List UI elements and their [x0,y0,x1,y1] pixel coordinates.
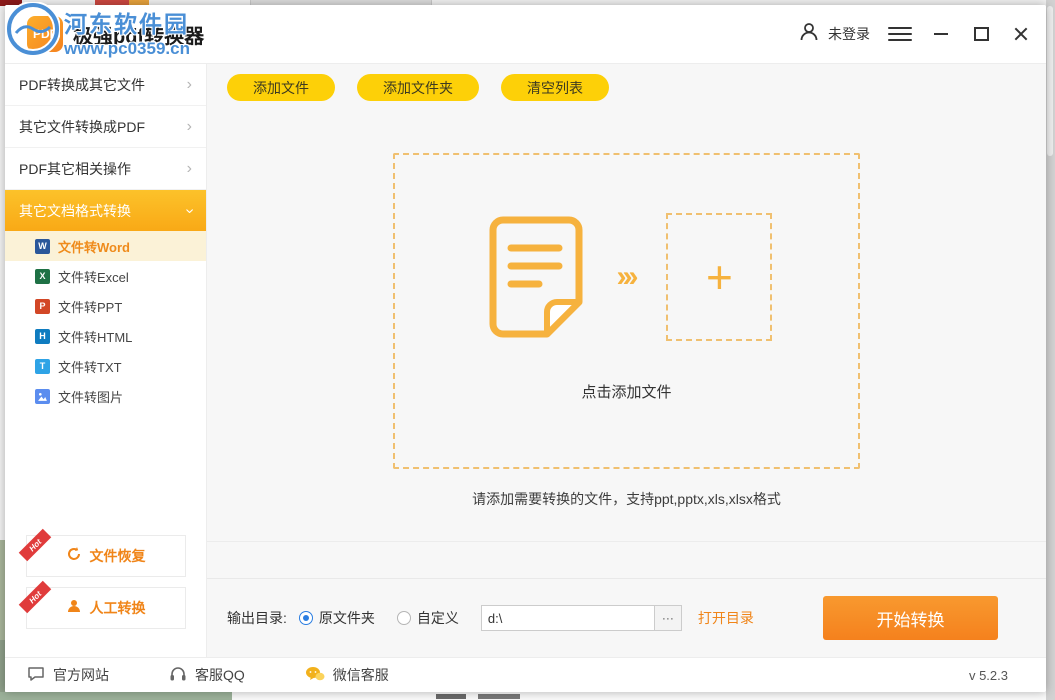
promo-label: 文件恢复 [90,546,146,566]
sidebar-item-label: 文件转Word [58,237,130,256]
image-icon [35,389,50,404]
footer-label: 官方网站 [53,665,109,685]
radio-custom-folder-label[interactable]: 自定义 [417,608,459,628]
sidebar-item-label: 文件转TXT [58,357,122,376]
maximize-button[interactable] [970,23,992,45]
sidebar-item-label: 文件转Excel [58,267,129,286]
file-drop-zone[interactable]: ››› + 点击添加文件 [393,153,860,469]
chat-bubble-icon [27,666,45,685]
footer: 官方网站 客服QQ 微信客服 v 5.2.3 [5,657,1046,692]
hot-badge: Hot [18,581,51,614]
background-fragment [478,694,520,699]
drop-zone-hint: 点击添加文件 [581,381,671,402]
start-convert-button[interactable]: 开始转换 [823,596,998,640]
wechat-support-link[interactable]: 微信客服 [305,665,389,685]
sidebar-item-other-to-pdf[interactable]: 其它文件转换成PDF › [5,106,206,148]
title-bar: PDF 极强pdf转换器 未登录 [5,5,1046,64]
drop-zone-graphic: ››› + [481,213,773,341]
sidebar-spacer [5,411,206,535]
background-fragment [436,694,466,699]
excel-icon: X [35,269,50,284]
open-directory-link[interactable]: 打开目录 [698,608,754,628]
browse-button[interactable]: ··· [654,605,682,631]
app-logo: PDF [27,16,63,52]
header-controls: 未登录 [798,21,1032,48]
sidebar-item-file-to-txt[interactable]: T 文件转TXT [5,351,206,381]
radio-custom-folder[interactable] [397,611,411,625]
sidebar-item-file-to-word[interactable]: W 文件转Word [5,231,206,261]
sidebar-item-label: 文件转图片 [58,387,123,406]
document-icon [481,214,591,340]
nav-group-label: PDF其它相关操作 [19,159,131,179]
radio-original-folder-label[interactable]: 原文件夹 [319,608,375,628]
add-file-button[interactable]: 添加文件 [227,74,335,101]
main-panel: 添加文件 添加文件夹 清空列表 ››› [207,64,1046,657]
wechat-icon [305,666,325,685]
login-status[interactable]: 未登录 [828,24,870,44]
chevron-right-icon: › [187,77,192,93]
output-path-input[interactable] [481,605,655,631]
person-icon [66,598,82,619]
background-scrollbar-thumb[interactable] [1047,6,1053,156]
add-folder-button[interactable]: 添加文件夹 [357,74,479,101]
add-file-target[interactable]: + [666,213,772,341]
sidebar-item-file-to-ppt[interactable]: P 文件转PPT [5,291,206,321]
sidebar-item-file-to-html[interactable]: H 文件转HTML [5,321,206,351]
divider [207,541,1046,542]
sidebar-item-pdf-operations[interactable]: PDF其它相关操作 › [5,148,206,190]
user-icon [798,21,820,48]
clear-list-button[interactable]: 清空列表 [501,74,609,101]
footer-label: 客服QQ [195,665,245,685]
window-body: PDF转换成其它文件 › 其它文件转换成PDF › PDF其它相关操作 › 其它… [5,64,1046,657]
supported-formats-note: 请添加需要转换的文件，支持ppt,pptx,xls,xlsx格式 [207,489,1046,509]
close-button[interactable] [1010,23,1032,45]
sidebar-item-pdf-to-other[interactable]: PDF转换成其它文件 › [5,64,206,106]
arrows-right-icon: ››› [617,262,641,292]
sidebar-item-label: 文件转HTML [58,327,132,346]
nav-group-label: PDF转换成其它文件 [19,75,145,95]
output-dir-label: 输出目录: [227,608,287,628]
chevron-down-icon: › [181,208,197,213]
manual-convert-button[interactable]: Hot 人工转换 [26,587,186,629]
nav-group-label: 其它文档格式转换 [19,201,131,221]
word-icon: W [35,239,50,254]
nav-group-label: 其它文件转换成PDF [19,117,145,137]
toolbar: 添加文件 添加文件夹 清空列表 [227,74,1046,101]
radio-original-folder[interactable] [299,611,313,625]
plus-icon: + [706,254,733,300]
app-window: PDF 极强pdf转换器 未登录 PDF转换成其它文件 › [5,5,1046,692]
output-bar: 输出目录: 原文件夹 自定义 ··· 打开目录 开始转换 [207,578,1046,657]
chevron-right-icon: › [187,161,192,177]
qq-support-link[interactable]: 客服QQ [169,665,245,685]
sidebar-item-file-to-excel[interactable]: X 文件转Excel [5,261,206,291]
sidebar-item-file-to-image[interactable]: 文件转图片 [5,381,206,411]
background-fragment [232,692,1055,700]
file-recovery-button[interactable]: Hot 文件恢复 [26,535,186,577]
minimize-button[interactable] [930,23,952,45]
footer-label: 微信客服 [333,665,389,685]
sidebar-item-label: 文件转PPT [58,297,122,316]
version-label: v 5.2.3 [969,668,1008,683]
app-logo-text: PDF [33,27,57,41]
ppt-icon: P [35,299,50,314]
chevron-right-icon: › [187,119,192,135]
promo-label: 人工转换 [90,598,146,618]
txt-icon: T [35,359,50,374]
app-title: 极强pdf转换器 [73,20,204,49]
desktop: PDF 极强pdf转换器 未登录 PDF转换成其它文件 › [0,0,1055,700]
html-icon: H [35,329,50,344]
official-site-link[interactable]: 官方网站 [27,665,109,685]
headset-icon [169,666,187,685]
sidebar-promos: Hot 文件恢复 Hot 人工转换 [5,535,206,639]
sidebar: PDF转换成其它文件 › 其它文件转换成PDF › PDF其它相关操作 › 其它… [5,64,207,657]
recovery-icon [66,546,82,567]
background-fragment [0,692,232,700]
sidebar-item-other-doc-convert[interactable]: 其它文档格式转换 › [5,190,206,231]
menu-icon[interactable] [888,27,912,41]
